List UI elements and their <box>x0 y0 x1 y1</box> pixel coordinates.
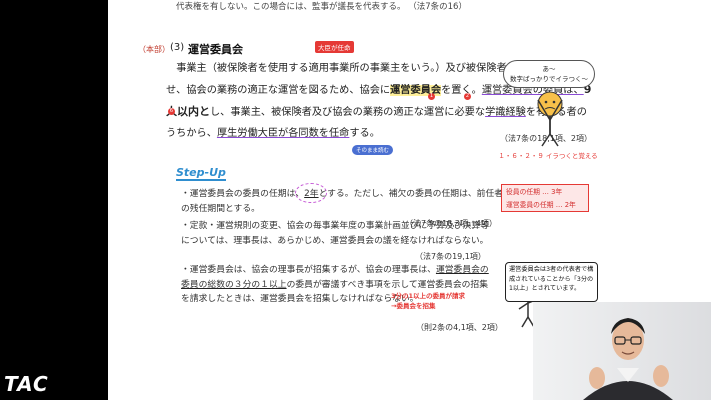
section-title: 運営委員会 <box>188 43 243 56</box>
term-committee: 運営委員の任期 … 2年 <box>506 201 576 209</box>
read-as-is-badge: そのまま読む <box>352 145 394 155</box>
speech-bubble: あ～ 数字ばっかりでイラつく～ <box>503 60 595 88</box>
stepup-item-2: ・定款・運営規則の変更、協会の毎事業年度の事業計画並びに予算及び決算等については… <box>181 219 491 248</box>
explanation-panel: 運営委員会は3者の代表者で構成されていることから「3分の1以上」とされています。 <box>505 262 598 302</box>
frustrated-character-icon <box>537 91 563 147</box>
para-part-3: し、事業主、被保険者及び協会の業務の適正な運営に必要な <box>210 107 486 118</box>
underline-expertise: 学識経験 <box>485 107 526 118</box>
para-part-2: を置く。 <box>441 85 482 96</box>
circled-number-6: 6 <box>168 108 175 115</box>
red-note-request: 3分の1以上の委員が請求 →委員会を招集 <box>391 290 465 310</box>
item2-text-u: 議を経なければならない。 <box>382 235 489 246</box>
item3-text-a: ・運営委員会は、協会の理事長が招集するが、協会の理事長は、 <box>181 265 436 275</box>
para-part-5: する。 <box>349 128 380 139</box>
mnemonic-caption: １・６・２・９ イラつくと覚える <box>498 152 598 160</box>
term-officers: 役員の任期 … 3年 <box>506 188 563 196</box>
speech-text: あ～ 数字ばっかりでイラつく～ <box>510 65 588 83</box>
circled-number-2: 2 <box>464 93 471 100</box>
lecturer-camera <box>533 302 711 400</box>
tac-logo: TAC <box>4 372 49 396</box>
term-comparison-box: 役員の任期 … 3年 運営委員の任期 … 2年 <box>501 184 589 212</box>
previous-paragraph-tail: 代表権を有しない。この場合には、監事が議長を代表する。 （法7条の16） <box>176 0 600 12</box>
lecturer-figure-icon <box>583 318 673 400</box>
item2-ref: （法7条の19,1項） <box>415 252 486 261</box>
step-up-heading: Step-Up <box>176 166 226 181</box>
annotation-minister-appoints: 大臣が任命 <box>315 41 354 53</box>
note-line-1: 3分の1以上の委員が請求 <box>391 292 466 300</box>
stepup-item-1: ・運営委員会の委員の任期は、2年とする。ただし、補欠の委員の任期は、前任者の残任… <box>181 187 511 216</box>
section-number: (3) <box>170 42 185 53</box>
section-tag: （本部） <box>138 45 170 54</box>
item1-text-a: ・運営委員会の委員の任期は、 <box>181 189 305 199</box>
underline-minister: 厚生労働大臣が各同数を任命 <box>216 128 350 139</box>
item3-ref: （則2条の4,1項、2項） <box>416 323 503 332</box>
video-frame: 代表権を有しない。この場合には、監事が議長を代表する。 （法7条の16） （本部… <box>0 0 711 400</box>
note-line-2: →委員会を招集 <box>391 302 436 310</box>
partial-ref: （法7条の16） <box>408 2 467 12</box>
partial-line: 代表権を有しない。この場合には、監事が議長を代表する。 <box>176 2 406 12</box>
circled-number-1: 1 <box>428 93 435 100</box>
circle-mark-two-years <box>295 183 327 203</box>
